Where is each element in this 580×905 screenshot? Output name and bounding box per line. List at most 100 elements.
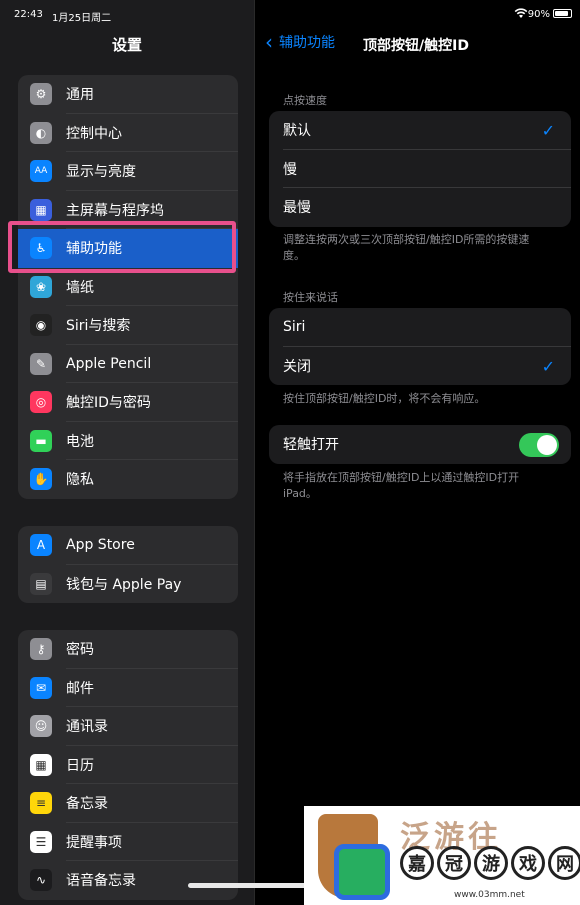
sidebar-item-label: 邮件	[66, 680, 94, 697]
gear-icon: ⚙	[30, 83, 52, 106]
fingerprint-icon: ◎	[30, 391, 52, 414]
wifi-icon	[514, 8, 528, 22]
sidebar-item-label: 备忘录	[66, 796, 108, 813]
option-label: 默认	[283, 123, 311, 140]
sidebar-item-text-size[interactable]: AA 显示与亮度	[18, 152, 238, 191]
option-label: 慢	[283, 161, 297, 178]
sidebar-item-label: 主屏幕与程序坞	[66, 202, 164, 219]
option-slowest[interactable]: 最慢	[269, 188, 571, 227]
sidebar-item-label: 日历	[66, 757, 94, 774]
watermark-char: 冠	[437, 846, 471, 880]
rest-to-open-group: 轻触打开	[269, 425, 571, 464]
sidebar-item-fingerprint[interactable]: ◎ 触控ID与密码	[18, 383, 238, 422]
sidebar-item-mail[interactable]: ✉ 邮件	[18, 669, 238, 707]
rest-to-open-label: 轻触打开	[283, 437, 339, 454]
sidebar-item-label: 墙纸	[66, 279, 94, 296]
sidebar-item-wallet[interactable]: ▤ 钱包与 Apple Pay	[18, 565, 238, 604]
key-icon: ⚷	[30, 638, 52, 661]
appstore-icon: A	[30, 534, 52, 557]
sidebar-item-label: 辅助功能	[66, 241, 122, 258]
sidebar-item-label: 钱包与 Apple Pay	[66, 576, 182, 593]
sidebar-item-accessibility[interactable]: ♿ 辅助功能	[18, 229, 238, 268]
pencil-icon: ✎	[30, 352, 52, 375]
option-slow[interactable]: 慢	[269, 150, 571, 188]
rest-to-open-toggle[interactable]	[519, 433, 559, 457]
calendar-icon: ▦	[30, 753, 52, 776]
sidebar-group: ⚙ 通用 ◐ 控制中心 AA 显示与亮度 ▦ 主屏幕与程序坞 ♿ 辅助功能 ❀ 墙纸 ◉ Siri与搜索 ✎…	[18, 75, 238, 499]
detail-pane: ‹ 辅助功能 顶部按钮/触控ID 点按速度 默认 ✓ 慢 最慢 调整连按两次或三…	[255, 0, 580, 905]
toggles-icon: ◐	[30, 121, 52, 144]
option-siri[interactable]: Siri	[269, 308, 571, 347]
sidebar-item-label: 隐私	[66, 472, 94, 489]
sidebar-item-contacts[interactable]: ☺ 通讯录	[18, 707, 238, 746]
back-button[interactable]: ‹ 辅助功能	[265, 32, 335, 52]
sidebar-item-label: Siri与搜索	[66, 318, 131, 335]
chevron-left-icon: ‹	[265, 30, 273, 54]
sidebar-item-voice-memo[interactable]: ∿ 语音备忘录	[18, 861, 238, 900]
watermark-char: 嘉	[400, 846, 434, 880]
notes-icon: ≡	[30, 792, 52, 815]
option-default[interactable]: 默认 ✓	[269, 111, 571, 150]
watermark-chars: 嘉 冠 游 戏 网	[400, 846, 580, 880]
checkmark-icon: ✓	[541, 121, 555, 140]
grid-icon: ▦	[30, 198, 52, 221]
sidebar-item-siri[interactable]: ◉ Siri与搜索	[18, 306, 238, 345]
watermark-char: 游	[474, 846, 508, 880]
sidebar-item-flower[interactable]: ❀ 墙纸	[18, 268, 238, 306]
accessibility-icon: ♿	[30, 237, 52, 260]
battery-icon: ▬	[30, 429, 52, 452]
wallet-icon: ▤	[30, 572, 52, 595]
status-date: 1月25日周二	[52, 13, 112, 24]
page-title: 顶部按钮/触控ID	[363, 38, 469, 54]
sidebar-item-label: 显示与亮度	[66, 164, 136, 181]
status-bar: 22:43 1月25日周二 90%	[0, 0, 580, 28]
mail-icon: ✉	[30, 676, 52, 699]
sidebar-item-battery[interactable]: ▬ 电池	[18, 422, 238, 460]
watermark-char: 网	[548, 846, 580, 880]
click-speed-header: 点按速度	[283, 94, 327, 107]
hand-icon: ✋	[30, 468, 52, 491]
option-label: 关闭	[283, 358, 311, 375]
reminders-icon: ☰	[30, 830, 52, 853]
sidebar-item-reminders[interactable]: ☰ 提醒事项	[18, 823, 238, 861]
sidebar-item-label: 触控ID与密码	[66, 395, 151, 412]
status-time: 22:43	[14, 9, 43, 20]
sidebar-item-appstore[interactable]: A App Store	[18, 526, 238, 565]
sidebar-item-key[interactable]: ⚷ 密码	[18, 630, 238, 669]
voice-memo-icon: ∿	[30, 869, 52, 892]
sidebar-group: A App Store ▤ 钱包与 Apple Pay	[18, 526, 238, 603]
back-label: 辅助功能	[279, 35, 335, 51]
click-speed-footer: 调整连按两次或三次顶部按钮/触控ID所需的按键速度。	[283, 233, 530, 262]
sidebar-group: ⚷ 密码 ✉ 邮件 ☺ 通讯录 ▦ 日历 ≡ 备忘录 ☰ 提醒事项 ∿ 语音备忘录	[18, 630, 238, 900]
option-off[interactable]: 关闭 ✓	[269, 347, 571, 386]
text-size-icon: AA	[30, 160, 52, 183]
battery-percent: 90%	[527, 9, 550, 20]
sidebar-item-gear[interactable]: ⚙ 通用	[18, 75, 238, 114]
option-label: 最慢	[283, 200, 311, 217]
sidebar-item-label: 通讯录	[66, 719, 108, 736]
sidebar-item-notes[interactable]: ≡ 备忘录	[18, 784, 238, 823]
sidebar-item-label: 通用	[66, 87, 94, 104]
sidebar-item-label: App Store	[66, 537, 135, 554]
sidebar-item-label: 密码	[66, 642, 94, 659]
sidebar-item-calendar[interactable]: ▦ 日历	[18, 746, 238, 784]
rest-to-open-footer: 将手指放在顶部按钮/触控ID上以通过触控ID打开iPad。	[283, 471, 520, 500]
rest-to-open-row: 轻触打开	[269, 425, 571, 464]
sidebar-item-label: 提醒事项	[66, 834, 122, 851]
sidebar-item-label: 语音备忘录	[66, 873, 136, 890]
sidebar-item-grid[interactable]: ▦ 主屏幕与程序坞	[18, 191, 238, 229]
watermark-url: www.03mm.net	[454, 890, 525, 900]
sidebar-item-toggles[interactable]: ◐ 控制中心	[18, 114, 238, 152]
sidebar-item-label: Apple Pencil	[66, 355, 152, 372]
sidebar-item-pencil[interactable]: ✎ Apple Pencil	[18, 345, 238, 383]
sidebar-item-hand[interactable]: ✋ 隐私	[18, 460, 238, 499]
press-to-speak-footer: 按住顶部按钮/触控ID时，将不会有响应。	[283, 392, 486, 405]
press-to-speak-header: 按住来说话	[283, 291, 338, 304]
logo-badge-icon	[334, 844, 390, 900]
watermark-char: 戏	[511, 846, 545, 880]
contacts-icon: ☺	[30, 715, 52, 738]
sidebar-title: 设置	[111, 36, 142, 54]
sidebar-item-label: 电池	[66, 433, 94, 450]
click-speed-group: 默认 ✓ 慢 最慢	[269, 111, 571, 227]
sidebar-item-label: 控制中心	[66, 125, 122, 142]
